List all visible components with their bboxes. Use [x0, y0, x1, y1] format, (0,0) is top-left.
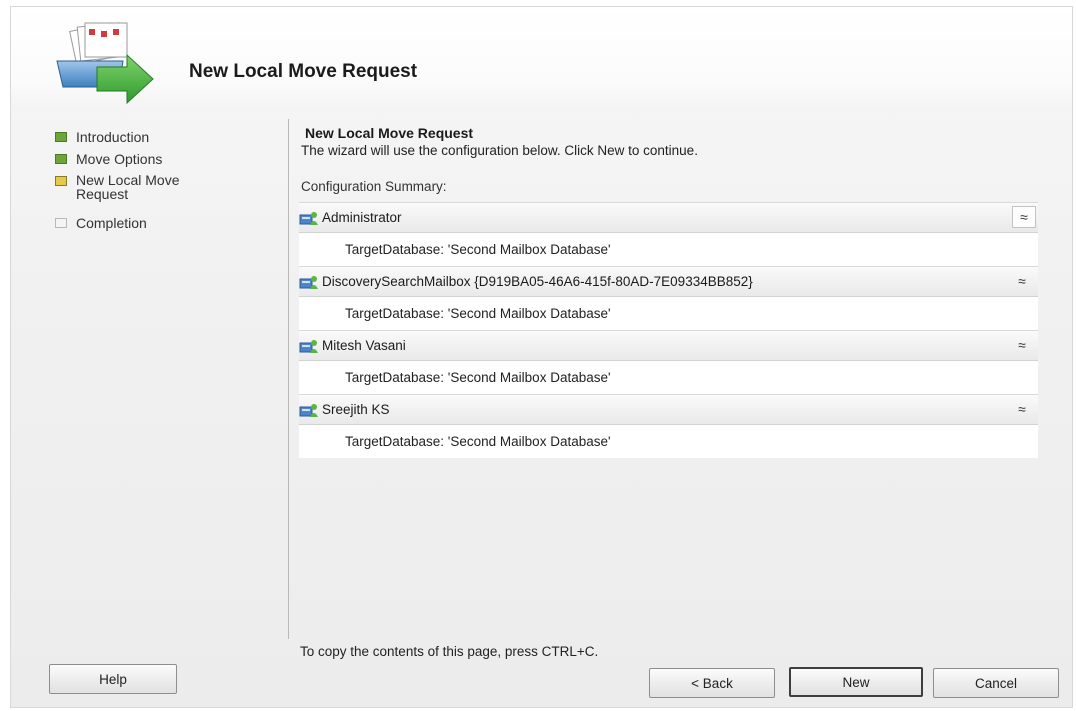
- wizard-steps-list: Introduction Move Options New Local Move…: [55, 129, 265, 237]
- step-current-icon: [55, 176, 67, 186]
- configuration-summary-list: Administrator ≈ TargetDatabase: 'Second …: [299, 202, 1038, 458]
- collapse-chevrons-icon[interactable]: ≈: [1010, 334, 1034, 356]
- step-introduction: Introduction: [55, 129, 265, 151]
- help-button[interactable]: Help: [49, 664, 177, 694]
- summary-item-detail: TargetDatabase: 'Second Mailbox Database…: [299, 361, 1038, 394]
- step-complete-icon: [55, 132, 67, 142]
- new-button[interactable]: New: [789, 667, 923, 697]
- steps-divider: [288, 119, 289, 639]
- summary-item-detail: TargetDatabase: 'Second Mailbox Database…: [299, 233, 1038, 266]
- wizard-banner: New Local Move Request: [11, 7, 1072, 112]
- collapse-chevrons-icon[interactable]: ≈: [1012, 206, 1036, 228]
- mailbox-user-icon: [299, 275, 318, 289]
- step-label: Introduction: [76, 129, 150, 145]
- summary-item-name: Administrator: [322, 210, 402, 225]
- wizard-title: New Local Move Request: [189, 61, 418, 82]
- back-button[interactable]: < Back: [649, 668, 775, 698]
- step-label: New Local Move Request: [76, 172, 180, 202]
- cancel-button[interactable]: Cancel: [933, 668, 1059, 698]
- collapse-chevrons-icon[interactable]: ≈: [1010, 398, 1034, 420]
- mailbox-user-icon: [299, 403, 318, 417]
- step-pending-icon: [55, 218, 67, 228]
- mailbox-user-icon: [299, 211, 318, 225]
- step-label: Completion: [76, 215, 147, 231]
- step-label: Move Options: [76, 151, 163, 167]
- configuration-summary-label: Configuration Summary:: [301, 179, 447, 194]
- step-complete-icon: [55, 154, 67, 164]
- copy-hint-text: To copy the contents of this page, press…: [300, 644, 599, 659]
- summary-item-header[interactable]: Sreejith KS ≈: [299, 394, 1038, 425]
- summary-item-name: DiscoverySearchMailbox {D919BA05-46A6-41…: [322, 274, 753, 289]
- summary-item-detail: TargetDatabase: 'Second Mailbox Database…: [299, 297, 1038, 330]
- content-subtitle: The wizard will use the configuration be…: [301, 143, 698, 158]
- summary-item-header[interactable]: Mitesh Vasani ≈: [299, 330, 1038, 361]
- summary-item-name: Sreejith KS: [322, 402, 390, 417]
- summary-item-detail: TargetDatabase: 'Second Mailbox Database…: [299, 425, 1038, 458]
- wizard-content: New Local Move Request The wizard will u…: [299, 125, 1041, 458]
- mailbox-user-icon: [299, 339, 318, 353]
- summary-item-name: Mitesh Vasani: [322, 338, 406, 353]
- summary-item-header[interactable]: DiscoverySearchMailbox {D919BA05-46A6-41…: [299, 266, 1038, 297]
- step-new-local-move-request: New Local Move Request: [55, 173, 265, 215]
- step-move-options: Move Options: [55, 151, 265, 173]
- summary-item-header[interactable]: Administrator ≈: [299, 202, 1038, 233]
- content-title: New Local Move Request: [305, 125, 474, 141]
- wizard-window: New Local Move Request Introduction Move…: [10, 6, 1073, 708]
- move-mailbox-wizard-icon: [56, 22, 154, 105]
- collapse-chevrons-icon[interactable]: ≈: [1010, 270, 1034, 292]
- step-completion: Completion: [55, 215, 265, 237]
